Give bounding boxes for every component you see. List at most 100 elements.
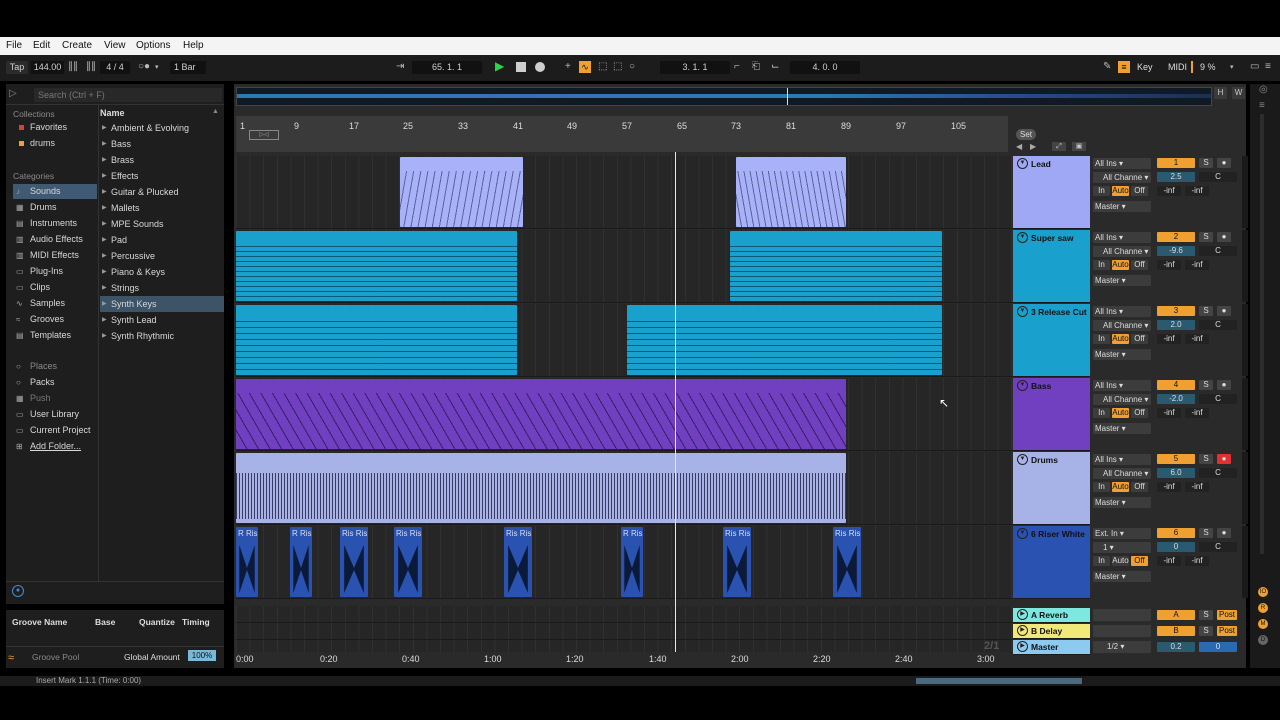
name-column-header[interactable]: Name bbox=[100, 108, 125, 118]
audio-clip[interactable]: Ris Ris bbox=[833, 527, 861, 597]
monitor-off-button[interactable]: Off bbox=[1131, 260, 1148, 270]
loop-length-field[interactable]: 4. 0. 0 bbox=[790, 61, 860, 74]
monitor-off-button[interactable]: Off bbox=[1131, 556, 1148, 566]
category-sounds[interactable]: ♪ Sounds bbox=[13, 184, 97, 199]
audio-clip[interactable]: Ris Ris bbox=[504, 527, 532, 597]
send-b-field[interactable]: -inf bbox=[1185, 334, 1209, 344]
midi-clip[interactable] bbox=[736, 157, 846, 227]
output-select[interactable]: Master ▾ bbox=[1093, 349, 1151, 360]
pre-post-button[interactable]: Post bbox=[1217, 626, 1237, 636]
monitor-in-button[interactable]: In bbox=[1093, 186, 1110, 196]
track-fold-icon[interactable]: ▼ bbox=[1017, 380, 1028, 391]
track-fold-icon[interactable]: ▶ bbox=[1017, 641, 1028, 652]
track-fold-icon[interactable]: ▼ bbox=[1017, 232, 1028, 243]
track-header[interactable]: ▼ Bass bbox=[1013, 378, 1090, 451]
track-fold-icon[interactable]: ▶ bbox=[1017, 625, 1028, 636]
tap-button[interactable]: Tap bbox=[6, 61, 28, 74]
output-select[interactable]: Master ▾ bbox=[1093, 201, 1151, 212]
track-header[interactable]: ▼ Lead bbox=[1013, 156, 1090, 229]
metronome-icon[interactable]: ∥∥ bbox=[68, 61, 78, 72]
audio-clip[interactable]: R Ris bbox=[621, 527, 643, 597]
track-name[interactable]: Lead bbox=[1031, 159, 1051, 169]
input-type-select[interactable]: All Ins ▾ bbox=[1093, 232, 1151, 243]
quantize-menu-icon[interactable]: ▾ bbox=[155, 63, 159, 71]
output-select[interactable]: Master ▾ bbox=[1093, 423, 1151, 434]
track-name[interactable]: 3 Release Cut bbox=[1031, 307, 1087, 317]
capture-icon[interactable]: ⬚ bbox=[598, 61, 607, 72]
loop-record-icon[interactable]: ○ bbox=[629, 61, 635, 72]
volume-field[interactable]: -2.0 bbox=[1157, 394, 1195, 404]
track-name[interactable]: Drums bbox=[1031, 455, 1058, 465]
audio-clip[interactable]: Ris Ris bbox=[723, 527, 751, 597]
return-lane-delay[interactable] bbox=[236, 623, 1012, 640]
monitor-auto-button[interactable]: Auto bbox=[1112, 408, 1129, 418]
master-pan-field[interactable]: 0 bbox=[1199, 642, 1237, 652]
return-activator-button[interactable]: A bbox=[1157, 610, 1195, 620]
session-record-icon[interactable]: ⬚ bbox=[613, 61, 622, 72]
monitor-auto-button[interactable]: Auto bbox=[1112, 334, 1129, 344]
overview-w-button[interactable]: W bbox=[1232, 87, 1245, 99]
send-a-field[interactable]: -inf bbox=[1157, 556, 1181, 566]
monitor-in-button[interactable]: In bbox=[1093, 556, 1110, 566]
return-io-box[interactable] bbox=[1093, 625, 1151, 637]
master-output-select[interactable]: 1/2 ▾ bbox=[1093, 641, 1151, 653]
track-activator-button[interactable]: 2 bbox=[1157, 232, 1195, 242]
solo-button[interactable]: S bbox=[1199, 454, 1213, 464]
category-midi-effects[interactable]: ▥ MIDI Effects bbox=[13, 248, 97, 263]
master-track-name[interactable]: Master bbox=[1031, 642, 1058, 652]
place-user-library[interactable]: ▭ User Library bbox=[13, 407, 97, 422]
solo-button[interactable]: S bbox=[1199, 158, 1213, 168]
menu-file[interactable]: File bbox=[6, 40, 22, 51]
master-track-header[interactable]: ▶ Master bbox=[1013, 640, 1090, 655]
sends-button[interactable]: R bbox=[1258, 603, 1268, 613]
arm-button[interactable]: ● bbox=[1217, 454, 1231, 464]
category-plug-ins[interactable]: ▭ Plug-Ins bbox=[13, 264, 97, 279]
category-clips[interactable]: ▭ Clips bbox=[13, 280, 97, 295]
mixer-button[interactable]: M bbox=[1258, 619, 1268, 629]
send-a-field[interactable]: -inf bbox=[1157, 186, 1181, 196]
preview-icon[interactable]: ● bbox=[12, 585, 24, 597]
lock-icon[interactable]: ▣ bbox=[1072, 142, 1086, 151]
collection-drums[interactable]: drums bbox=[13, 136, 97, 151]
return-io-box[interactable] bbox=[1093, 609, 1151, 621]
input-type-select[interactable]: All Ins ▾ bbox=[1093, 380, 1151, 391]
return-lane-reverb[interactable] bbox=[236, 606, 1012, 623]
midi-clip[interactable] bbox=[236, 305, 517, 375]
metronome-alt-icon[interactable]: ∥∥ bbox=[86, 61, 96, 72]
track-name[interactable]: Super saw bbox=[1031, 233, 1074, 243]
list-item[interactable]: Strings bbox=[100, 280, 224, 296]
cpu-menu-icon[interactable]: ▾ bbox=[1230, 63, 1234, 71]
send-b-field[interactable]: -inf bbox=[1185, 482, 1209, 492]
track-activator-button[interactable]: 3 bbox=[1157, 306, 1195, 316]
midi-clip[interactable] bbox=[400, 157, 523, 227]
output-select[interactable]: Master ▾ bbox=[1093, 497, 1151, 508]
arrangement-overview[interactable] bbox=[236, 87, 1212, 106]
return-track-name[interactable]: B Delay bbox=[1031, 626, 1062, 636]
draw-mode-icon[interactable]: ✎ bbox=[1103, 61, 1111, 72]
quantize-field[interactable]: 1 Bar bbox=[170, 61, 206, 74]
overview-h-button[interactable]: H bbox=[1214, 87, 1227, 99]
send-b-field[interactable]: -inf bbox=[1185, 556, 1209, 566]
monitor-auto-button[interactable]: Auto bbox=[1112, 556, 1129, 566]
solo-button[interactable]: S bbox=[1199, 380, 1213, 390]
midi-map-button[interactable]: MIDI bbox=[1168, 62, 1187, 72]
expand-icon[interactable]: ⤢ bbox=[1052, 142, 1066, 151]
track-lane-bass[interactable] bbox=[236, 378, 1012, 451]
monitor-auto-button[interactable]: Auto bbox=[1112, 186, 1129, 196]
send-b-field[interactable]: -inf bbox=[1185, 260, 1209, 270]
output-select[interactable]: Master ▾ bbox=[1093, 571, 1151, 582]
monitor-in-button[interactable]: In bbox=[1093, 482, 1110, 492]
input-type-select[interactable]: All Ins ▾ bbox=[1093, 454, 1151, 465]
category-audio-effects[interactable]: ▥ Audio Effects bbox=[13, 232, 97, 247]
solo-button[interactable]: S bbox=[1199, 528, 1213, 538]
solo-button[interactable]: S bbox=[1199, 626, 1213, 636]
track-name[interactable]: Bass bbox=[1031, 381, 1051, 391]
audio-clip[interactable]: Ris Ris bbox=[340, 527, 368, 597]
loop-switch-icon[interactable]: ⎗ bbox=[752, 61, 760, 72]
list-item[interactable]: Synth Lead bbox=[100, 312, 224, 328]
next-locator-icon[interactable]: ▶ bbox=[1030, 142, 1036, 151]
arm-button[interactable]: ● bbox=[1217, 158, 1231, 168]
list-item[interactable]: Guitar & Plucked bbox=[100, 184, 224, 200]
follow-arrow-icon[interactable]: ⇥ bbox=[396, 61, 404, 72]
input-type-select[interactable]: Ext. In ▾ bbox=[1093, 528, 1151, 539]
